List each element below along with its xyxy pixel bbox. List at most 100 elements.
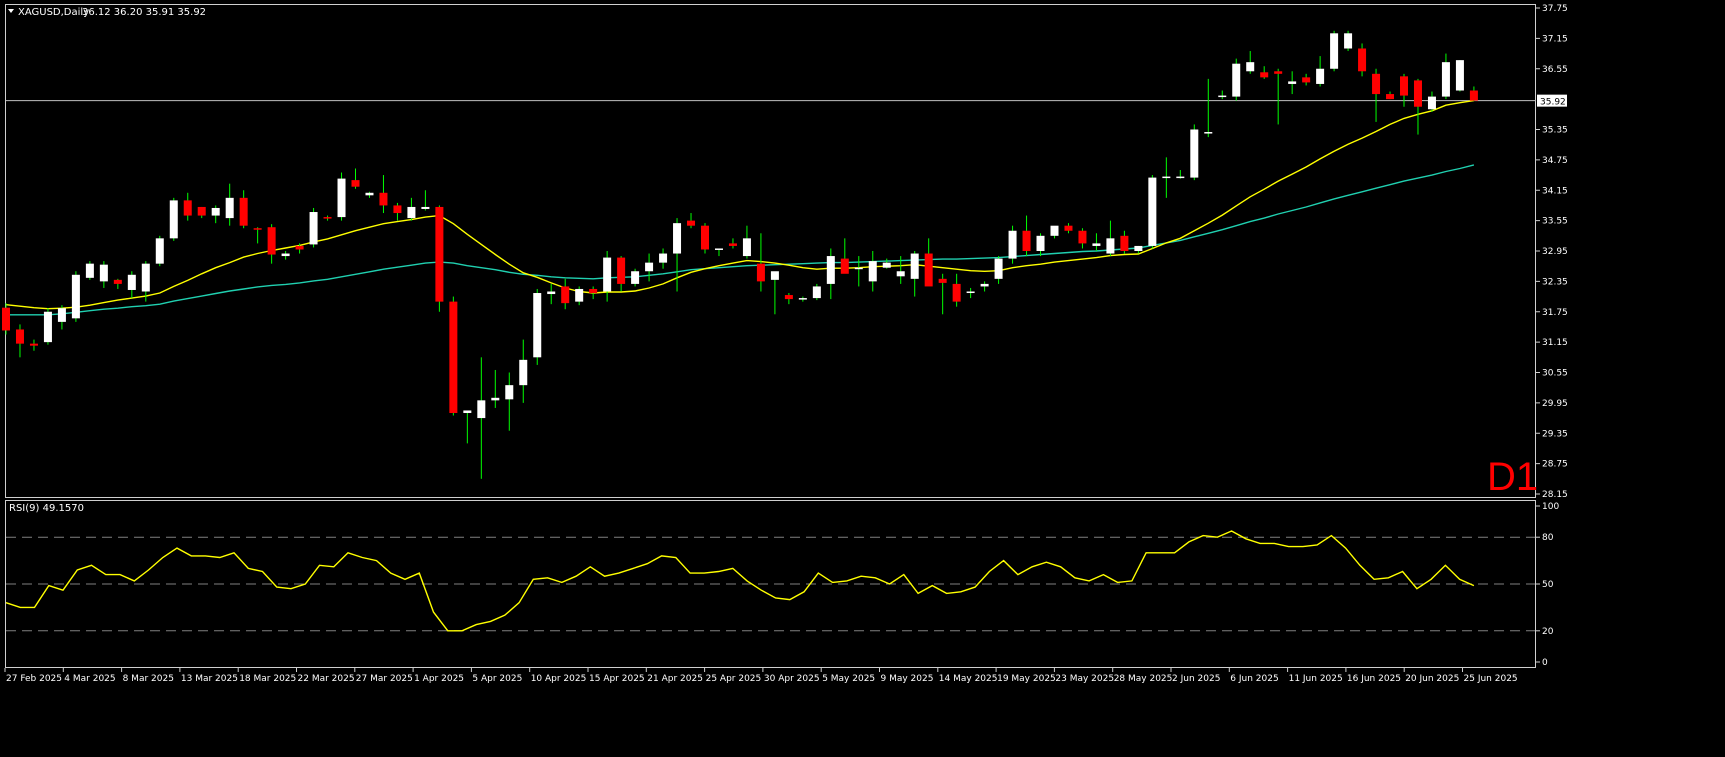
candle-body-bear <box>952 283 961 302</box>
candle-body-bull <box>533 293 542 358</box>
date-tick-label: 16 Jun 2025 <box>1347 674 1401 684</box>
candle <box>631 268 640 287</box>
candle-body-bull <box>742 238 751 257</box>
date-tick-label: 27 Mar 2025 <box>356 674 413 684</box>
date-tick-label: 21 Apr 2025 <box>647 674 703 684</box>
chart-canvas: 37.75 37.15 36.55 35.92 35.35 34.75 34.15 33.55… <box>2 4 1568 684</box>
candle-body-bear <box>1120 235 1129 251</box>
candle-body-bear <box>1022 230 1031 251</box>
candle-body-bull <box>603 257 612 292</box>
price-tick-label: 31.15 <box>1542 338 1568 348</box>
candle-body-bear <box>617 257 626 284</box>
date-tick-label: 25 Jun 2025 <box>1464 674 1518 684</box>
candle-body-bull <box>1218 95 1227 98</box>
date-tick-label: 6 Jun 2025 <box>1230 674 1278 684</box>
candle-body-bull <box>645 262 654 272</box>
candle-body-bear <box>351 180 360 187</box>
candle-body-bear <box>183 200 192 216</box>
candle-body-bull <box>477 400 486 419</box>
candle-body-bear <box>728 243 737 246</box>
candle-body-bull <box>155 238 164 264</box>
date-tick-label: 19 May 2025 <box>997 674 1056 684</box>
price-title: XAGUSD,Daily 36.12 36.20 35.91 35.92 <box>8 7 206 18</box>
price-tick-label: 30.55 <box>1542 369 1568 379</box>
candle <box>533 288 542 365</box>
price-tick-label: 36.55 <box>1542 65 1568 75</box>
candle <box>1330 30 1339 72</box>
price-tick-label: 32.95 <box>1542 247 1568 257</box>
candle-body-bull <box>1148 177 1157 246</box>
candle-body-bull <box>1162 176 1171 179</box>
candle-body-bull <box>1190 129 1199 178</box>
timeframe-label: D1 <box>1487 455 1538 499</box>
candle-body-bull <box>141 263 150 292</box>
candle-body-bull <box>169 200 178 239</box>
candle-body-bull <box>994 258 1003 279</box>
candle-body-bull <box>1036 235 1045 251</box>
candle-body-bear <box>267 227 276 255</box>
price-tick-label: 28.15 <box>1542 490 1568 500</box>
candle-body-bull <box>826 256 835 284</box>
date-tick-label: 25 Apr 2025 <box>706 674 762 684</box>
candle-body-bear <box>1469 90 1478 101</box>
rsi-tick-label: 0 <box>1542 658 1548 668</box>
candle-body-bear <box>239 197 248 226</box>
candle-body-bear <box>29 343 38 346</box>
candle-body-bear <box>295 245 304 250</box>
candle <box>1008 225 1017 264</box>
candle-body-bull <box>1134 245 1143 251</box>
candle-body-bull <box>673 223 682 254</box>
rsi-tick-label: 100 <box>1542 502 1559 512</box>
candle-body-bull <box>868 261 877 282</box>
candle-body-bull <box>1176 176 1185 179</box>
date-tick-label: 23 May 2025 <box>1055 674 1114 684</box>
candle <box>1455 60 1464 92</box>
candle-body-bull <box>575 288 584 302</box>
symbol-title: XAGUSD,Daily <box>18 7 89 18</box>
candle <box>1344 30 1353 52</box>
candle <box>169 197 178 241</box>
candle-body-bull <box>71 274 80 319</box>
price-tick-label: 29.35 <box>1542 429 1568 439</box>
rsi-title: RSI(9) 49.1570 <box>9 503 84 514</box>
candle-body-bull <box>910 253 919 279</box>
price-panel <box>2 4 1536 498</box>
candle-body-bull <box>770 271 779 280</box>
candle-body-bull <box>211 207 220 216</box>
candle <box>1148 175 1157 249</box>
date-tick-label: 4 Mar 2025 <box>64 674 115 684</box>
candle-body-bull <box>337 178 346 218</box>
candle-body-bear <box>2 307 10 331</box>
candle <box>1190 124 1199 181</box>
price-tick-label: 33.55 <box>1542 217 1568 227</box>
candle-body-bull <box>1427 96 1436 110</box>
candle-body-bull <box>1092 243 1101 246</box>
candle-body-bull <box>505 385 514 400</box>
candle-body-bull <box>882 262 891 268</box>
candle-body-bull <box>43 311 52 343</box>
candle-body-bull <box>547 291 556 295</box>
date-tick-label: 27 Feb 2025 <box>6 674 62 684</box>
candle-body-bull <box>1232 63 1241 97</box>
date-tick-label: 2 Jun 2025 <box>1172 674 1220 684</box>
rsi-tick-label: 20 <box>1542 627 1554 637</box>
candle-body-bull <box>812 286 821 299</box>
candle-body-bull <box>421 206 430 209</box>
candle-body-bull <box>99 264 108 282</box>
candle-body-bull <box>1330 33 1339 69</box>
date-tick-label: 5 Apr 2025 <box>472 674 522 684</box>
candle-body-bull <box>1455 60 1464 91</box>
candle <box>85 261 94 280</box>
candle-body-bear <box>1400 76 1408 96</box>
date-tick-label: 18 Mar 2025 <box>239 674 296 684</box>
price-tick-label: 37.15 <box>1542 34 1568 44</box>
candle-body-bull <box>966 291 975 294</box>
candle-body-bear <box>840 258 849 274</box>
price-tick-label: 37.75 <box>1542 4 1568 14</box>
candle <box>435 205 444 312</box>
date-tick-label: 15 Apr 2025 <box>589 674 645 684</box>
date-tick-label: 13 Mar 2025 <box>181 674 238 684</box>
candle-body-bear <box>701 225 709 250</box>
rsi-tick-label: 80 <box>1542 533 1554 543</box>
candle <box>449 296 458 416</box>
